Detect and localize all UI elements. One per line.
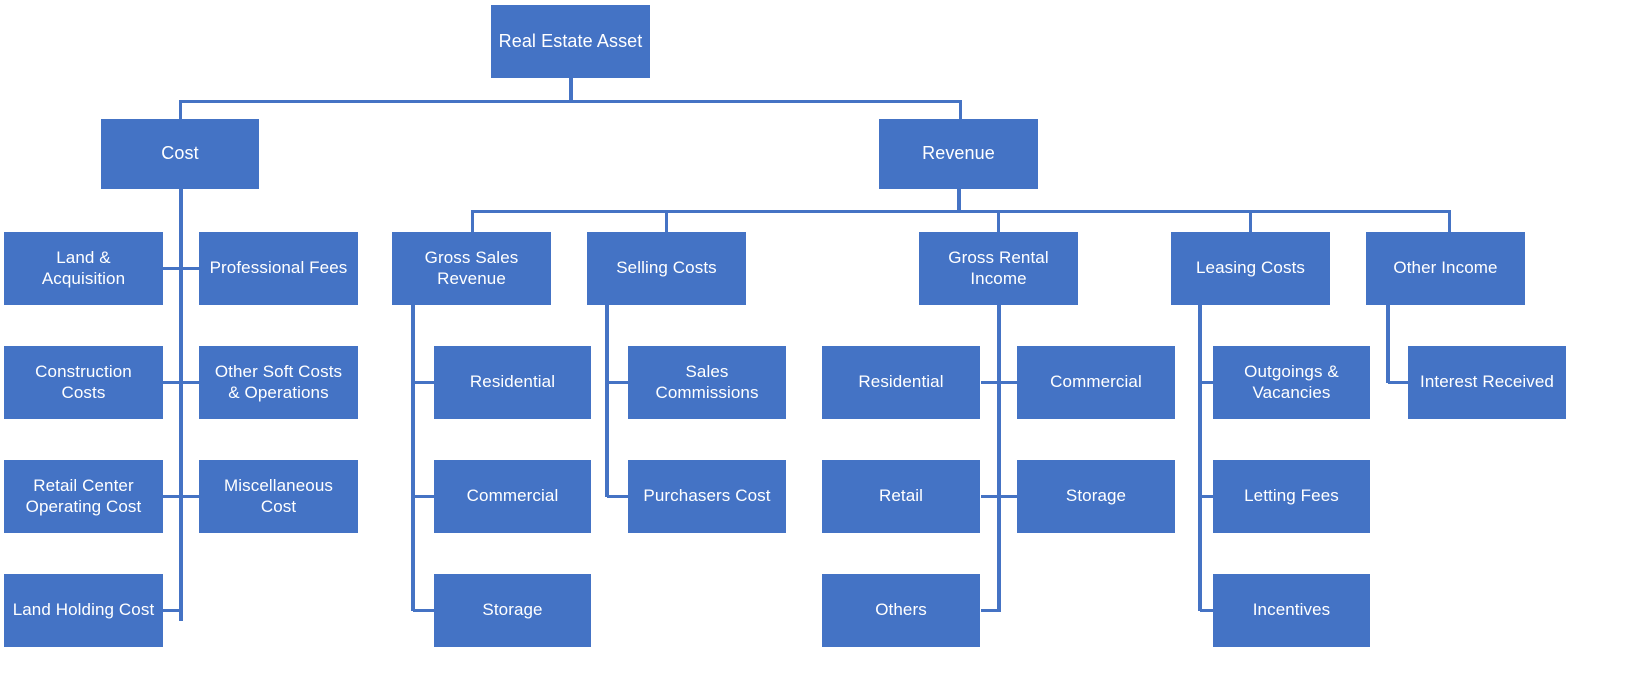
- node-gri-residential[interactable]: Residential: [822, 346, 980, 419]
- connector-gri-stub-row1-left: [981, 381, 999, 384]
- node-gross-sales-revenue[interactable]: Gross Sales Revenue: [392, 232, 551, 305]
- connector-revenue-drop-other: [1448, 210, 1451, 232]
- connector-oi-spine: [1386, 305, 1390, 383]
- node-sc-sales-commissions[interactable]: Sales Commissions: [628, 346, 786, 419]
- connector-revenue-drop-gsr: [471, 210, 474, 232]
- connector-cost-stub-row1-left: [163, 267, 181, 270]
- node-leasing-costs[interactable]: Leasing Costs: [1171, 232, 1330, 305]
- connector-revenue-bus: [471, 210, 1451, 213]
- connector-root-down: [569, 78, 573, 102]
- connector-sc-spine: [605, 305, 609, 497]
- node-miscellaneous-cost[interactable]: Miscellaneous Cost: [199, 460, 358, 533]
- connector-cost-stub-row3-right: [181, 495, 200, 498]
- connector-root-bus: [179, 100, 962, 103]
- diagram-canvas: Real Estate Asset Cost Revenue Land & Ac…: [0, 0, 1637, 683]
- connector-sc-stub-commissions: [607, 381, 630, 384]
- node-oi-interest-received[interactable]: Interest Received: [1408, 346, 1566, 419]
- node-lc-incentives[interactable]: Incentives: [1213, 574, 1370, 647]
- connector-gsr-stub-residential: [413, 381, 436, 384]
- connector-gsr-spine: [411, 305, 415, 611]
- connector-gsr-stub-storage: [413, 609, 436, 612]
- connector-bus-to-cost: [179, 100, 182, 120]
- node-professional-fees[interactable]: Professional Fees: [199, 232, 358, 305]
- node-gsr-residential[interactable]: Residential: [434, 346, 591, 419]
- connector-revenue-drop-selling: [665, 210, 668, 232]
- node-sc-purchasers-cost[interactable]: Purchasers Cost: [628, 460, 786, 533]
- node-gsr-storage[interactable]: Storage: [434, 574, 591, 647]
- node-gri-others[interactable]: Others: [822, 574, 980, 647]
- node-land-holding-cost[interactable]: Land Holding Cost: [4, 574, 163, 647]
- connector-bus-to-revenue: [959, 100, 962, 120]
- connector-gri-spine: [997, 305, 1001, 611]
- connector-gri-stub-row1-right: [999, 381, 1018, 384]
- connector-oi-stub-interest: [1388, 381, 1410, 384]
- connector-revenue-drop-gri: [997, 210, 1000, 232]
- connector-revenue-down: [957, 188, 961, 212]
- node-retail-center-operating-cost[interactable]: Retail Center Operating Cost: [4, 460, 163, 533]
- connector-gri-stub-row2-right: [999, 495, 1018, 498]
- node-gri-retail[interactable]: Retail: [822, 460, 980, 533]
- node-other-soft-costs-operations[interactable]: Other Soft Costs & Operations: [199, 346, 358, 419]
- connector-cost-stub-row4-left: [163, 609, 183, 612]
- connector-cost-stub-row2-right: [181, 381, 200, 384]
- node-gri-storage[interactable]: Storage: [1017, 460, 1175, 533]
- node-construction-costs[interactable]: Construction Costs: [4, 346, 163, 419]
- node-gsr-commercial[interactable]: Commercial: [434, 460, 591, 533]
- node-selling-costs[interactable]: Selling Costs: [587, 232, 746, 305]
- node-lc-letting-fees[interactable]: Letting Fees: [1213, 460, 1370, 533]
- connector-gsr-stub-commercial: [413, 495, 436, 498]
- connector-cost-spine: [179, 188, 183, 621]
- node-revenue[interactable]: Revenue: [879, 119, 1038, 189]
- node-other-income[interactable]: Other Income: [1366, 232, 1525, 305]
- node-gri-commercial[interactable]: Commercial: [1017, 346, 1175, 419]
- node-gross-rental-income[interactable]: Gross Rental Income: [919, 232, 1078, 305]
- connector-gri-stub-row3-left: [981, 609, 1001, 612]
- connector-gri-stub-row2-left: [981, 495, 999, 498]
- node-lc-outgoings-vacancies[interactable]: Outgoings & Vacancies: [1213, 346, 1370, 419]
- connector-cost-stub-row3-left: [163, 495, 181, 498]
- node-land-acquisition[interactable]: Land & Acquisition: [4, 232, 163, 305]
- connector-revenue-drop-leasing: [1249, 210, 1252, 232]
- connector-cost-stub-row2-left: [163, 381, 181, 384]
- connector-lc-spine: [1198, 305, 1202, 611]
- node-real-estate-asset[interactable]: Real Estate Asset: [491, 5, 650, 78]
- connector-sc-stub-purchasers: [607, 495, 630, 498]
- node-cost[interactable]: Cost: [101, 119, 259, 189]
- connector-cost-stub-row1-right: [181, 267, 200, 270]
